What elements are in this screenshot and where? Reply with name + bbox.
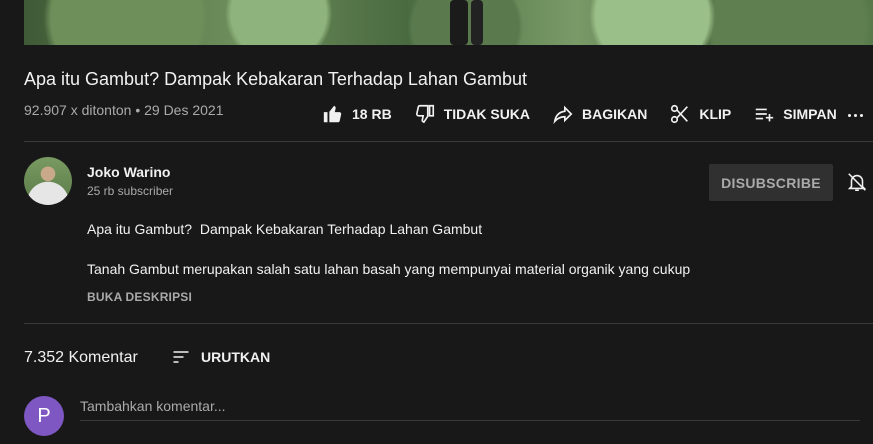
notifications-off-icon — [847, 173, 867, 192]
comments-count: 7.352 Komentar — [24, 349, 138, 366]
thumb-up-icon — [323, 105, 342, 123]
share-button[interactable]: BAGIKAN — [552, 103, 647, 125]
more-actions-button[interactable] — [846, 104, 866, 124]
dislike-label: TIDAK SUKA — [443, 106, 531, 122]
save-button[interactable]: SIMPAN — [753, 103, 837, 125]
like-count: 18 RB — [352, 106, 392, 122]
video-actions: 18 RB TIDAK SUKA BAGIKAN KLIP SIMPAN — [322, 99, 859, 129]
clip-button[interactable]: KLIP — [669, 103, 731, 125]
playlist-add-icon — [756, 108, 774, 122]
save-label: SIMPAN — [783, 106, 837, 122]
sort-button[interactable]: URUTKAN — [171, 347, 270, 367]
clip-label: KLIP — [699, 106, 732, 122]
sort-label: URUTKAN — [201, 349, 271, 365]
user-avatar: P — [24, 396, 64, 436]
video-player[interactable] — [24, 0, 873, 45]
description-line: Tanah Gambut merupakan salah satu lahan … — [87, 261, 691, 277]
show-more-button[interactable]: BUKA DESKRIPSI — [87, 290, 192, 304]
notification-bell-button[interactable] — [846, 171, 868, 193]
view-count: 92.907 x ditonton — [24, 102, 132, 118]
comment-input[interactable]: Tambahkan komentar... — [80, 396, 860, 421]
share-label: BAGIKAN — [582, 106, 648, 122]
video-meta: 92.907 x ditonton • 29 Des 2021 — [24, 102, 224, 118]
scissors-icon — [671, 104, 689, 124]
video-title: Apa itu Gambut? Dampak Kebakaran Terhada… — [24, 69, 527, 89]
sort-icon — [173, 351, 189, 363]
more-horizontal-icon — [848, 114, 851, 117]
video-frame-figure — [450, 0, 468, 45]
divider — [24, 141, 873, 142]
thumb-down-icon — [415, 104, 434, 124]
subscriber-count: 25 rb subscriber — [87, 184, 174, 198]
channel-avatar[interactable] — [24, 157, 72, 205]
channel-name[interactable]: Joko Warino — [87, 164, 171, 180]
more-horizontal-icon — [854, 114, 857, 117]
dislike-button[interactable]: TIDAK SUKA — [414, 103, 530, 125]
video-frame-figure — [471, 0, 483, 45]
more-horizontal-icon — [860, 114, 863, 117]
share-icon — [553, 105, 573, 125]
upload-date: 29 Des 2021 — [144, 102, 224, 118]
divider — [24, 323, 873, 324]
description-line: Apa itu Gambut? Dampak Kebakaran Terhada… — [87, 221, 483, 237]
meta-separator: • — [135, 102, 141, 118]
like-button[interactable]: 18 RB — [322, 103, 392, 125]
unsubscribe-button[interactable]: DISUBSCRIBE — [709, 164, 833, 201]
